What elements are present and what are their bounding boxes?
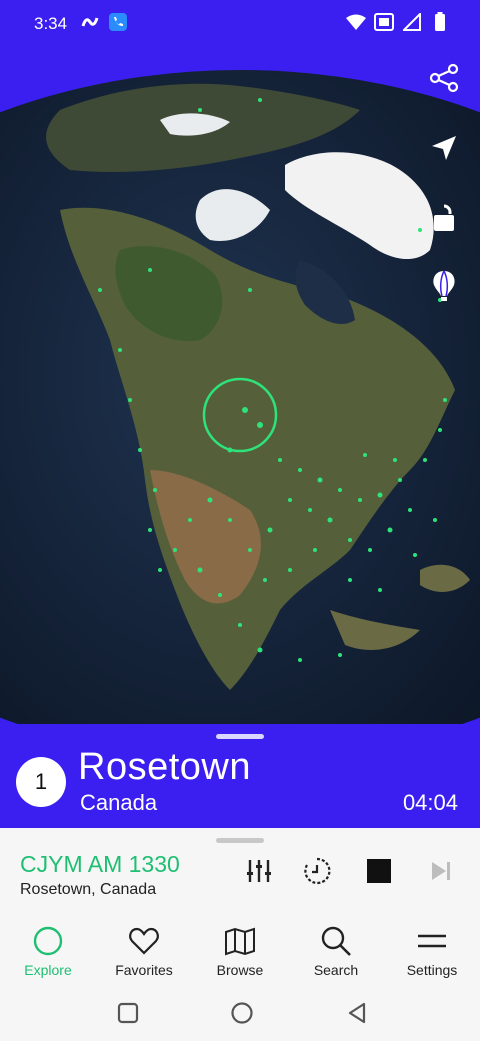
back-button[interactable] <box>342 1000 372 1030</box>
balloon-icon <box>430 269 458 308</box>
lock-open-icon <box>430 202 458 239</box>
map-icon <box>223 924 257 958</box>
status-bar: 3:34 <box>0 0 480 50</box>
tab-browse-label: Browse <box>216 962 264 978</box>
menu-icon <box>415 924 449 958</box>
tab-browse[interactable]: Browse <box>192 920 288 982</box>
banner-country: Canada <box>80 790 158 815</box>
banner-city: Rosetown <box>78 746 251 788</box>
globe-map[interactable] <box>0 50 480 730</box>
status-time: 3:34 <box>34 14 68 33</box>
home-button[interactable] <box>227 1000 257 1030</box>
lock-button[interactable] <box>424 200 464 240</box>
stop-button[interactable] <box>362 856 396 890</box>
tab-settings-label: Settings <box>406 962 458 978</box>
volte-icon <box>374 12 394 32</box>
system-nav-bar <box>0 988 480 1041</box>
tab-explore[interactable]: Explore <box>0 920 96 982</box>
share-button[interactable] <box>424 60 464 100</box>
tab-search[interactable]: Search <box>288 920 384 982</box>
banner-local-time: 04:04 <box>402 790 458 815</box>
station-name[interactable]: CJYM AM 1330 <box>20 851 180 878</box>
search-icon <box>319 924 353 958</box>
back-icon <box>346 1002 368 1029</box>
locate-button[interactable] <box>424 130 464 170</box>
balloon-button[interactable] <box>424 268 464 308</box>
battery-icon <box>430 12 450 32</box>
drag-handle[interactable] <box>216 734 264 739</box>
bottom-nav: Explore Favorites Browse Search Settings <box>0 920 480 990</box>
tab-settings[interactable]: Settings <box>384 920 480 982</box>
equalizer-button[interactable] <box>242 856 276 890</box>
explore-circle-icon <box>31 924 65 958</box>
sleep-timer-button[interactable] <box>300 856 334 890</box>
result-rank-badge: 1 <box>16 757 66 807</box>
timer-icon <box>302 856 332 891</box>
recents-icon <box>117 1002 139 1029</box>
tab-explore-label: Explore <box>24 962 72 978</box>
equalizer-icon <box>245 857 273 890</box>
tab-favorites-label: Favorites <box>115 962 173 978</box>
signal-icon <box>402 12 422 32</box>
stop-icon <box>366 858 392 889</box>
phone-notification-icon <box>108 12 128 32</box>
player-drag-handle[interactable] <box>216 838 264 843</box>
tab-search-label: Search <box>313 962 359 978</box>
skip-next-icon <box>429 859 453 888</box>
app-notification-icon <box>80 12 100 32</box>
heart-icon <box>127 924 161 958</box>
player-panel: CJYM AM 1330 Rosetown, Canada Explore Fa… <box>0 828 480 1041</box>
tab-favorites[interactable]: Favorites <box>96 920 192 982</box>
station-location: Rosetown, Canada <box>20 881 157 898</box>
radio-garden-screen: 3:34 1 Rosetown Canada 04:04 CJYM AM 133… <box>0 0 480 1041</box>
next-button[interactable] <box>424 856 458 890</box>
recents-button[interactable] <box>113 1000 143 1030</box>
share-icon <box>427 61 461 100</box>
home-icon <box>230 1001 254 1030</box>
locate-icon <box>429 133 459 168</box>
wifi-icon <box>346 12 366 32</box>
